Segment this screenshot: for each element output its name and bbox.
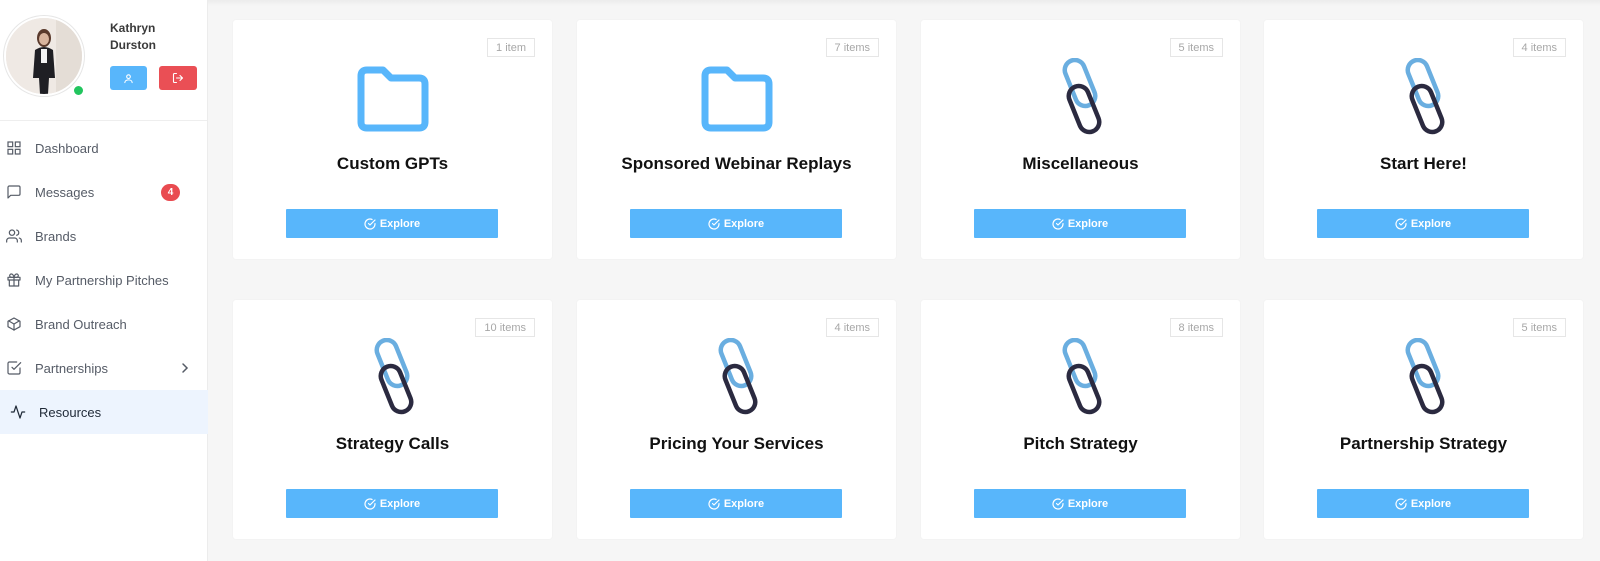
folder-icon <box>701 66 773 132</box>
sidebar-item-label: Resources <box>39 404 102 420</box>
card-title: Partnership Strategy <box>1339 434 1508 453</box>
gift-icon <box>7 273 21 287</box>
resource-card: 10 items Strategy Calls Explore <box>233 300 552 539</box>
check-circle-icon <box>364 217 376 230</box>
explore-button-label: Explore <box>1410 217 1452 230</box>
check-circle-icon <box>1052 217 1064 230</box>
check-circle-icon <box>1052 497 1064 510</box>
explore-button-label: Explore <box>723 497 765 510</box>
explore-button-label: Explore <box>1410 497 1452 510</box>
message-icon <box>7 185 21 199</box>
item-count-badge: 7 items <box>825 38 879 57</box>
explore-button-label: Explore <box>379 217 421 230</box>
check-square-icon <box>7 361 22 375</box>
top-shadow <box>208 0 1600 6</box>
sidebar-item-partnerships[interactable]: Partnerships <box>0 346 208 390</box>
sidebar-item-label: Brand Outreach <box>35 316 127 332</box>
check-circle-icon <box>1395 217 1407 230</box>
explore-button[interactable]: Explore <box>630 209 842 238</box>
sidebar-item-brands[interactable]: Brands <box>0 214 208 258</box>
logout-button[interactable] <box>159 66 197 90</box>
paperclip-icon <box>718 338 758 415</box>
item-count-badge: 8 items <box>1169 318 1223 337</box>
card-title: Miscellaneous <box>1022 154 1139 173</box>
sidebar-item-brand-outreach[interactable]: Brand Outreach <box>0 302 208 346</box>
chevron-right-icon <box>182 363 189 373</box>
folder-icon <box>357 66 429 132</box>
card-title: Pitch Strategy <box>1023 434 1138 453</box>
check-circle-icon <box>708 497 720 510</box>
profile-button[interactable] <box>110 66 147 90</box>
card-title: Strategy Calls <box>335 434 450 453</box>
item-count-badge: 4 items <box>825 318 879 337</box>
resource-card: 1 item Custom GPTs Explore <box>233 20 552 259</box>
paperclip-icon <box>1062 338 1102 415</box>
activity-icon <box>10 405 26 419</box>
explore-button[interactable]: Explore <box>286 489 498 518</box>
item-count-badge: 5 items <box>1512 318 1566 337</box>
resource-card: 4 items Start Here! Explore <box>1264 20 1583 259</box>
users-icon <box>6 229 22 243</box>
explore-button-label: Explore <box>1067 217 1109 230</box>
item-count-badge: 10 items <box>475 318 535 337</box>
sidebar-item-resources[interactable]: Resources <box>0 390 208 434</box>
card-title: Custom GPTs <box>336 154 449 173</box>
unread-messages-badge: 4 <box>161 184 180 201</box>
logout-icon <box>172 72 184 84</box>
resource-card: 8 items Pitch Strategy Explore <box>921 300 1240 539</box>
user-name: Kathryn Durston <box>110 21 156 52</box>
box-icon <box>7 317 21 331</box>
check-circle-icon <box>364 497 376 510</box>
explore-button[interactable]: Explore <box>286 209 498 238</box>
check-circle-icon <box>708 217 720 230</box>
sidebar-nav: Dashboard Messages 4 Brands My Partnersh… <box>0 126 208 434</box>
item-count-badge: 4 items <box>1512 38 1566 57</box>
sidebar-item-dashboard[interactable]: Dashboard <box>0 126 208 170</box>
resource-card: 7 items Sponsored Webinar Replays Explore <box>577 20 896 259</box>
explore-button[interactable]: Explore <box>1317 209 1529 238</box>
resource-card: 4 items Pricing Your Services Explore <box>577 300 896 539</box>
paperclip-icon <box>374 338 414 415</box>
card-title: Start Here! <box>1380 154 1467 173</box>
avatar[interactable] <box>4 16 84 96</box>
sidebar-item-partnership-pitches[interactable]: My Partnership Pitches <box>0 258 208 302</box>
user-icon <box>124 73 133 83</box>
explore-button-label: Explore <box>379 497 421 510</box>
explore-button-label: Explore <box>723 217 765 230</box>
sidebar: Kathryn Durston Dashboard Messages 4 Bra… <box>0 0 208 561</box>
explore-button[interactable]: Explore <box>630 489 842 518</box>
resource-card: 5 items Partnership Strategy Explore <box>1264 300 1583 539</box>
sidebar-item-label: Brands <box>35 228 77 244</box>
sidebar-item-label: Partnerships <box>35 360 108 376</box>
explore-button-label: Explore <box>1067 497 1109 510</box>
sidebar-item-messages[interactable]: Messages 4 <box>0 170 208 214</box>
paperclip-icon <box>1062 58 1102 135</box>
sidebar-item-label: My Partnership Pitches <box>35 272 169 288</box>
card-title: Sponsored Webinar Replays <box>621 154 852 173</box>
sidebar-item-label: Messages <box>35 184 95 200</box>
card-title: Pricing Your Services <box>649 434 824 453</box>
grid-icon <box>7 141 21 155</box>
check-circle-icon <box>1395 497 1407 510</box>
resource-card: 5 items Miscellaneous Explore <box>921 20 1240 259</box>
paperclip-icon <box>1405 58 1445 135</box>
explore-button[interactable]: Explore <box>974 209 1186 238</box>
paperclip-icon <box>1405 338 1445 415</box>
explore-button[interactable]: Explore <box>974 489 1186 518</box>
user-profile: Kathryn Durston <box>0 0 207 121</box>
item-count-badge: 5 items <box>1169 38 1223 57</box>
explore-button[interactable]: Explore <box>1317 489 1529 518</box>
online-status-indicator <box>72 84 85 97</box>
sidebar-item-label: Dashboard <box>35 140 99 156</box>
item-count-badge: 1 item <box>487 38 535 57</box>
